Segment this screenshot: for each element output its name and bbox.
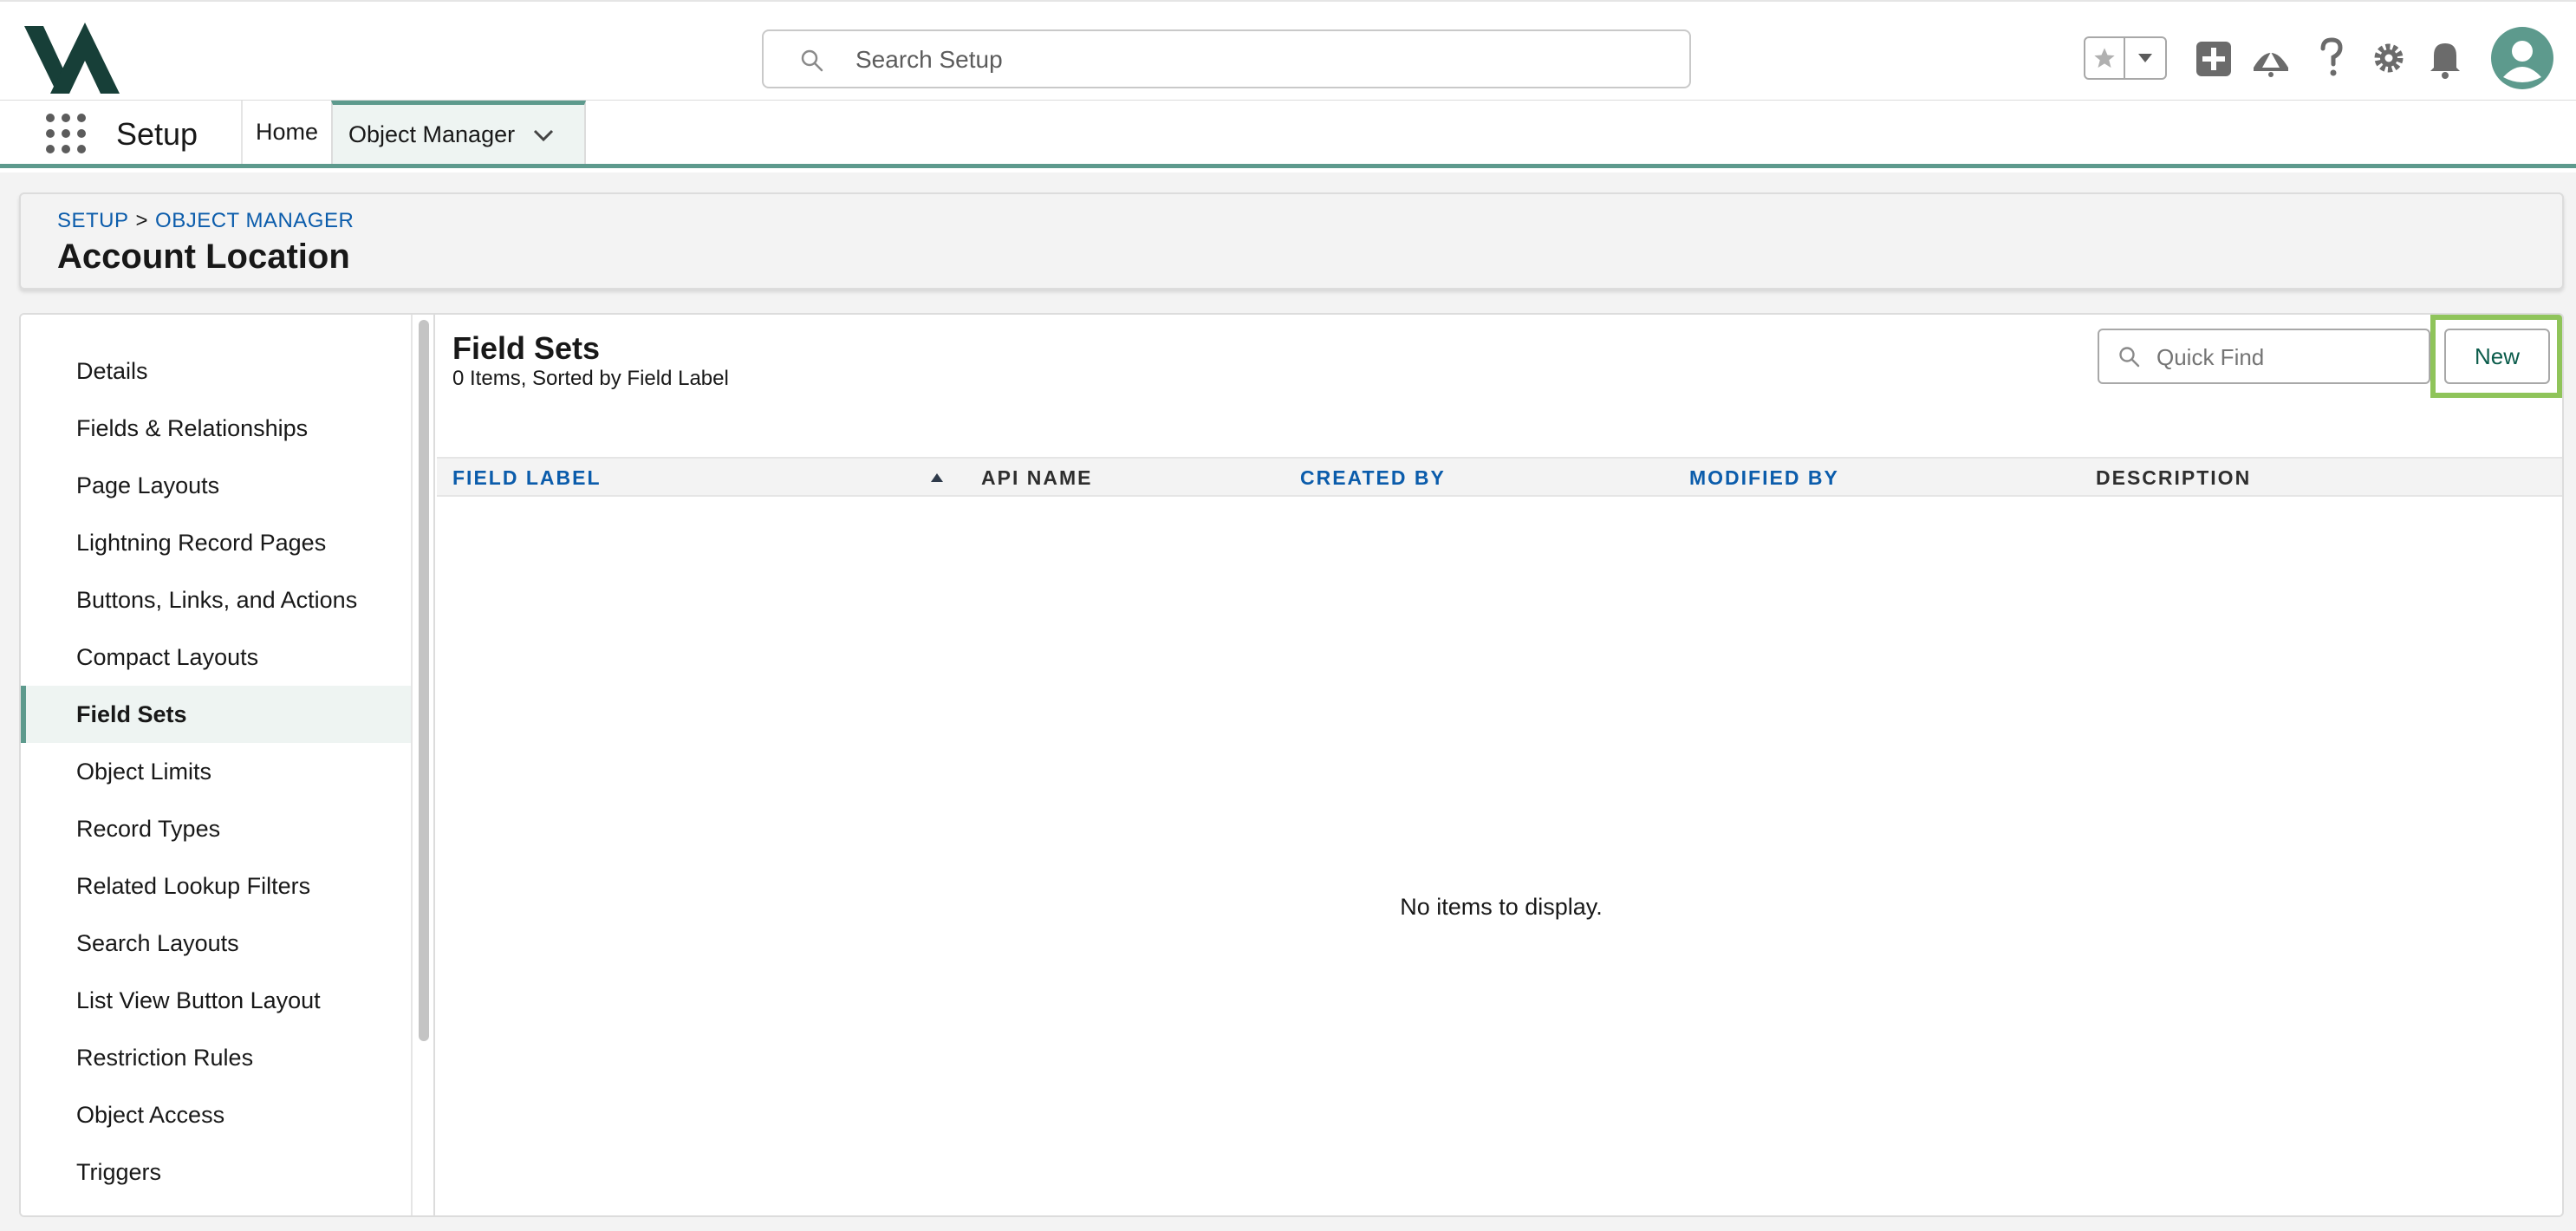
column-description: DESCRIPTION bbox=[2096, 466, 2252, 489]
sidebar-item-triggers[interactable]: Triggers bbox=[21, 1143, 411, 1201]
sidebar-item-list-view-button-layout[interactable]: List View Button Layout bbox=[21, 972, 411, 1029]
sidebar-item-related-lookup-filters[interactable]: Related Lookup Filters bbox=[21, 857, 411, 915]
sidebar-item-lightning-record-pages[interactable]: Lightning Record Pages bbox=[21, 514, 411, 571]
sidebar-item-compact-layouts[interactable]: Compact Layouts bbox=[21, 629, 411, 686]
chevron-down-icon[interactable] bbox=[532, 124, 555, 147]
breadcrumb-setup[interactable]: SETUP bbox=[57, 209, 129, 232]
chevron-down-icon bbox=[2138, 54, 2152, 62]
search-icon bbox=[2119, 347, 2140, 368]
sidebar-item-object-access[interactable]: Object Access bbox=[21, 1086, 411, 1143]
sidebar-item-search-layouts[interactable]: Search Layouts bbox=[21, 915, 411, 972]
setup-search-input[interactable]: Search Setup bbox=[762, 29, 1691, 88]
quick-find-placeholder: Quick Find bbox=[2156, 344, 2265, 370]
object-sidebar: Details Fields & Relationships Page Layo… bbox=[21, 315, 411, 1215]
avatar-icon[interactable] bbox=[2491, 27, 2553, 89]
app-launcher-icon[interactable] bbox=[45, 113, 87, 154]
company-logo[interactable] bbox=[24, 23, 120, 95]
sidebar-item-record-types[interactable]: Record Types bbox=[21, 800, 411, 857]
star-icon bbox=[2094, 48, 2115, 68]
column-api-name: API NAME bbox=[981, 466, 1093, 489]
sidebar-item-fields-relationships[interactable]: Fields & Relationships bbox=[21, 400, 411, 457]
nav-tab-label: Object Manager bbox=[348, 120, 516, 147]
column-created-by[interactable]: CREATED BY bbox=[1300, 466, 1446, 490]
sidebar-item-restriction-rules[interactable]: Restriction Rules bbox=[21, 1029, 411, 1086]
column-field-label[interactable]: FIELD LABEL bbox=[452, 466, 602, 490]
breadcrumb: SETUP > OBJECT MANAGER bbox=[57, 209, 354, 233]
global-header: Search Setup bbox=[0, 0, 2576, 101]
breadcrumb-object-manager[interactable]: OBJECT MANAGER bbox=[155, 209, 354, 232]
add-icon[interactable] bbox=[2195, 33, 2233, 83]
sidebar-item-field-sets[interactable]: Field Sets bbox=[21, 686, 411, 743]
context-bar: Setup Home Object Manager bbox=[0, 101, 2576, 168]
bell-icon[interactable] bbox=[2427, 33, 2463, 83]
quick-find-input[interactable]: Quick Find bbox=[2098, 329, 2430, 384]
page-header: SETUP > OBJECT MANAGER Account Location bbox=[19, 192, 2564, 290]
sidebar-item-page-layouts[interactable]: Page Layouts bbox=[21, 457, 411, 514]
app-name: Setup bbox=[116, 116, 198, 152]
table-header: FIELD LABEL API NAME CREATED BY MODIFIED… bbox=[437, 457, 2562, 497]
search-icon bbox=[801, 49, 823, 72]
empty-state-message: No items to display. bbox=[1400, 894, 1603, 920]
gear-icon[interactable] bbox=[2370, 33, 2408, 83]
nav-tab-object-manager[interactable]: Object Manager bbox=[331, 101, 586, 164]
trailhead-icon[interactable] bbox=[2250, 33, 2292, 83]
breadcrumb-separator: > bbox=[135, 209, 149, 232]
column-modified-by[interactable]: MODIFIED BY bbox=[1689, 466, 1839, 490]
sidebar-scrollbar-thumb[interactable] bbox=[419, 320, 429, 1041]
object-detail-card: Details Fields & Relationships Page Layo… bbox=[19, 313, 2564, 1217]
page-title: Account Location bbox=[57, 238, 350, 276]
item-count-summary: 0 Items, Sorted by Field Label bbox=[452, 367, 729, 390]
nav-tab-home[interactable]: Home bbox=[243, 101, 331, 164]
favorite-button[interactable] bbox=[2085, 38, 2125, 78]
sidebar-item-object-limits[interactable]: Object Limits bbox=[21, 743, 411, 800]
search-placeholder: Search Setup bbox=[855, 46, 1003, 73]
favorites-list-button[interactable] bbox=[2125, 38, 2165, 78]
sidebar-item-buttons-links-actions[interactable]: Buttons, Links, and Actions bbox=[21, 571, 411, 629]
field-sets-panel: Field Sets 0 Items, Sorted by Field Labe… bbox=[437, 315, 2562, 1215]
favorites-group bbox=[2084, 36, 2167, 80]
section-title: Field Sets bbox=[452, 330, 601, 366]
sidebar-item-details[interactable]: Details bbox=[21, 342, 411, 400]
sort-ascending-icon[interactable] bbox=[931, 473, 943, 482]
new-button[interactable]: New bbox=[2444, 329, 2550, 384]
help-icon[interactable] bbox=[2316, 33, 2347, 83]
